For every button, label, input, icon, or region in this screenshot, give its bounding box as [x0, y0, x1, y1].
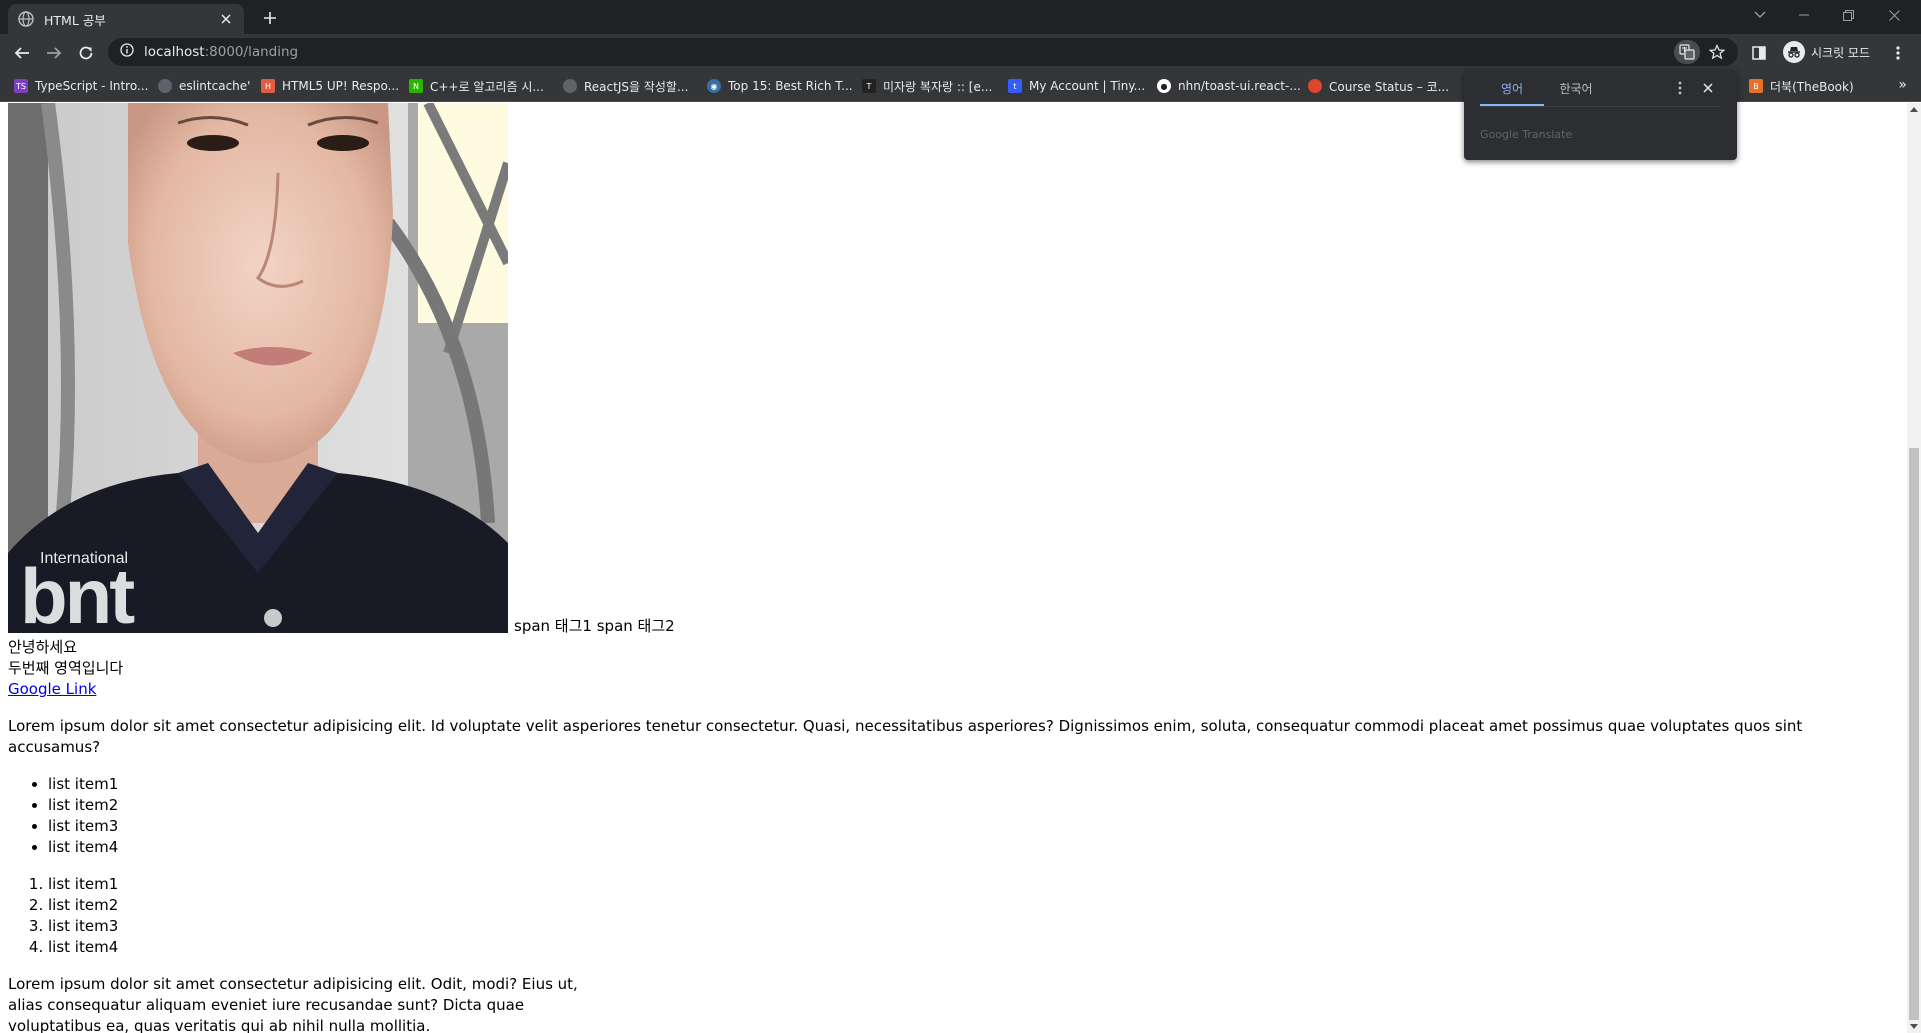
scroll-down-icon[interactable] — [1910, 1024, 1918, 1029]
ordered-list: list item1 list item2 list item3 list it… — [8, 874, 1898, 958]
side-panel-icon[interactable] — [1746, 40, 1772, 66]
bookmark-item[interactable]: B 더북(TheBook) — [1749, 77, 1854, 95]
bookmark-item[interactable]: ◉ Top 15: Best Rich T... — [707, 77, 853, 95]
bookmark-label: Course Status – 코... — [1329, 79, 1450, 94]
incognito-icon — [1783, 41, 1805, 63]
bookmark-item[interactable]: eslintcache' — [158, 77, 250, 95]
address-bar[interactable]: localhost:8000/landing — [108, 38, 1738, 66]
vertical-scrollbar[interactable] — [1907, 103, 1921, 1033]
page-viewport: International bnt span 태그1 span 태그2 안녕하세… — [0, 103, 1907, 1033]
browser-tab[interactable]: HTML 공부 — [8, 4, 244, 34]
tab-close-icon[interactable] — [218, 11, 234, 27]
apple-icon — [1308, 79, 1322, 93]
translate-tab-target[interactable]: 한국어 — [1544, 70, 1608, 106]
span-tag-1: span 태그1 — [514, 617, 592, 635]
tab-search-icon[interactable] — [1738, 0, 1782, 30]
translate-options-icon[interactable] — [1672, 80, 1688, 96]
translate-close-icon[interactable] — [1700, 80, 1716, 96]
scrollbar-thumb[interactable] — [1909, 448, 1919, 1020]
globe-icon — [158, 79, 172, 93]
browser-toolbar: localhost:8000/landing 시크릿 모드 — [0, 34, 1921, 70]
translate-brand: Google Translate — [1480, 128, 1573, 141]
forward-icon[interactable] — [41, 40, 67, 66]
window-close-icon[interactable] — [1872, 0, 1916, 30]
bookmark-label: Top 15: Best Rich T... — [728, 79, 853, 93]
bookmark-star-icon[interactable] — [1704, 40, 1730, 64]
bookmark-item[interactable]: ReactJS을 작성할... — [563, 77, 688, 95]
bookmark-label: ReactJS을 작성할... — [584, 79, 689, 94]
bookmark-label: 미자랑 복자랑 :: [e... — [883, 79, 993, 94]
bookmark-item[interactable]: N C++로 알고리즘 시... — [409, 77, 544, 95]
paragraph-line: Lorem ipsum dolor sit amet consectetur a… — [8, 975, 578, 993]
restore-icon[interactable] — [1826, 0, 1870, 30]
image-row: International bnt span 태그1 span 태그2 — [8, 103, 1898, 637]
list-item: list item4 — [48, 837, 1898, 858]
translate-tab-source[interactable]: 영어 — [1480, 70, 1544, 106]
url-host: localhost — [144, 44, 205, 60]
profile-label: 시크릿 모드 — [1811, 45, 1871, 60]
page-content: International bnt span 태그1 span 태그2 안녕하세… — [8, 103, 1898, 1033]
translate-divider — [1480, 106, 1721, 107]
translate-icon[interactable] — [1674, 40, 1700, 64]
list-item: list item3 — [48, 816, 1898, 837]
bookmark-item[interactable]: ● nhn/toast-ui.react-... — [1157, 77, 1301, 95]
new-tab-icon[interactable] — [258, 6, 282, 30]
bookmark-label: HTML5 UP! Respo... — [282, 79, 400, 93]
watermark-logo: bnt — [20, 552, 135, 633]
list-item: list item2 — [48, 895, 1898, 916]
list-item: list item2 — [48, 795, 1898, 816]
span-tag-2: span 태그2 — [596, 617, 675, 635]
bookmark-label: TypeScript - Intro... — [35, 79, 149, 93]
lorem-paragraph-2: Lorem ipsum dolor sit amet consectetur a… — [8, 974, 1898, 1033]
bookmark-label: nhn/toast-ui.react-... — [1178, 79, 1301, 93]
bookmark-label: 더북(TheBook) — [1770, 79, 1854, 94]
google-link[interactable]: Google Link — [8, 680, 96, 698]
paragraph-line: alias consequatur aliquam eveniet iure r… — [8, 996, 525, 1014]
bookmark-item[interactable]: Course Status – 코... — [1308, 77, 1449, 95]
tab-strip: HTML 공부 — [0, 0, 1921, 34]
scroll-up-icon[interactable] — [1910, 107, 1918, 112]
bookmark-label: C++로 알고리즘 시... — [430, 79, 544, 94]
minimize-icon[interactable] — [1782, 0, 1826, 30]
globe-icon — [18, 11, 34, 27]
bookmark-item[interactable]: t My Account | Tiny... — [1008, 77, 1145, 95]
globe-icon — [563, 79, 577, 93]
tistory-icon: T — [862, 79, 876, 93]
translate-popup: 영어 한국어 Google Translate — [1464, 70, 1737, 160]
typescript-icon: TS — [14, 79, 28, 93]
tab-title: HTML 공부 — [44, 12, 106, 28]
incognito-profile-button[interactable]: 시크릿 모드 — [1775, 38, 1878, 66]
html5up-icon: H — [261, 79, 275, 93]
more-menu-icon[interactable] — [1885, 40, 1911, 66]
bookmark-item[interactable]: T 미자랑 복자랑 :: [e... — [862, 77, 992, 95]
list-item: list item1 — [48, 874, 1898, 895]
paragraph-line: voluptatibus ea, quas veritatis qui ab n… — [8, 1017, 431, 1033]
bookmark-label: My Account | Tiny... — [1029, 79, 1146, 93]
list-item: list item1 — [48, 774, 1898, 795]
second-area-div: 두번째 영역입니다 — [8, 659, 124, 677]
bookmark-item[interactable]: H HTML5 UP! Respo... — [261, 77, 399, 95]
eye-icon: ◉ — [707, 79, 721, 93]
portrait-photo: International bnt — [8, 103, 508, 633]
url-path: :8000/landing — [204, 44, 299, 60]
lorem-paragraph-1: Lorem ipsum dolor sit amet consectetur a… — [8, 717, 1803, 756]
greeting-div: 안녕하세요 — [8, 638, 78, 656]
unordered-list: list item1 list item2 list item3 list it… — [8, 774, 1898, 858]
reload-icon[interactable] — [73, 40, 99, 66]
tiny-icon: t — [1008, 79, 1022, 93]
github-icon: ● — [1157, 79, 1171, 93]
naver-icon: N — [409, 79, 423, 93]
info-icon[interactable] — [120, 43, 134, 61]
list-item: list item4 — [48, 937, 1898, 958]
inline-spans: span 태그1 span 태그2 — [514, 616, 675, 637]
bookmark-label: eslintcache' — [179, 79, 251, 93]
thebook-icon: B — [1749, 79, 1763, 93]
back-icon[interactable] — [9, 40, 35, 66]
bookmarks-overflow-icon[interactable]: » — [1898, 77, 1907, 93]
list-item: list item3 — [48, 916, 1898, 937]
bookmark-item[interactable]: TS TypeScript - Intro... — [14, 77, 148, 95]
